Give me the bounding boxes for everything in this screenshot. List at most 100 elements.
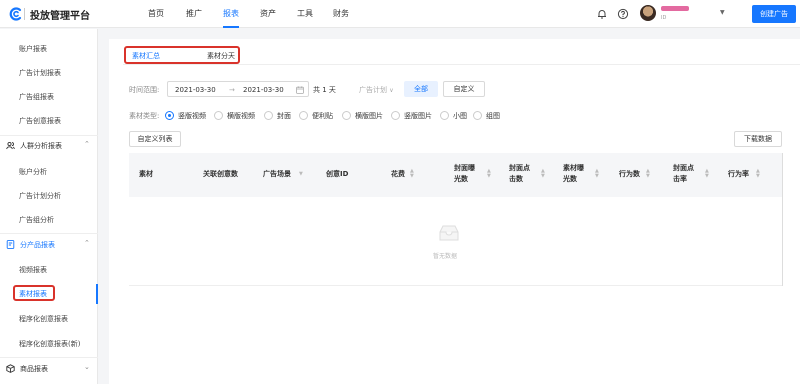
- radio-dot: [440, 111, 449, 120]
- sidebar-item-programmatic-report-new[interactable]: 程序化创意报表(新): [19, 339, 80, 349]
- help-icon[interactable]: [617, 8, 629, 20]
- col-label: 封面曝: [454, 164, 475, 172]
- nav-promotion[interactable]: 推广: [186, 0, 202, 28]
- radio-label: 竖版图片: [404, 112, 432, 120]
- chevron-down-icon: ∨: [389, 87, 394, 94]
- main-panel: 素材汇总 素材分天 时间范围: 2021-03-30 → 2021-03-30 …: [109, 39, 800, 384]
- nav-finance[interactable]: 财务: [333, 0, 349, 28]
- logo-icon: [9, 7, 22, 21]
- sidebar-group-label: 商品报表: [20, 365, 48, 373]
- chevron-up-icon: ⌃: [84, 239, 90, 247]
- sidebar-group-label: 分产品报表: [20, 241, 55, 249]
- radio-label: 便利贴: [312, 112, 333, 120]
- sort-icon[interactable]: ▲ ▼: [541, 169, 545, 179]
- bell-icon[interactable]: [596, 8, 608, 20]
- col-label: 封面点: [673, 164, 694, 172]
- sort-icon[interactable]: ▲ ▼: [595, 169, 599, 179]
- user-name-redacted: [661, 6, 689, 11]
- file-icon: [6, 240, 15, 249]
- sidebar-item-account-analysis[interactable]: 账户分析: [19, 167, 47, 177]
- brand-divider: [24, 8, 25, 20]
- divider: [0, 357, 98, 358]
- col-action-rate[interactable]: 行为率: [728, 169, 749, 180]
- col-label: 素材曝: [563, 164, 584, 172]
- sort-icon[interactable]: ▲ ▼: [487, 169, 491, 179]
- nav-reports[interactable]: 报表: [223, 0, 239, 28]
- col-ad-scene: 广告场景: [263, 170, 291, 178]
- radio-dot: [473, 111, 482, 120]
- top-bar: 投放管理平台 首页 推广 报表 资产 工具 财务 ID ▼ 创建广告: [0, 0, 800, 28]
- sidebar-item-group-analysis[interactable]: 广告组分析: [19, 215, 54, 225]
- avatar[interactable]: [640, 5, 656, 21]
- sidebar-item-plan-report[interactable]: 广告计划报表: [19, 68, 61, 78]
- nav-home[interactable]: 首页: [148, 0, 164, 28]
- radio-label: 小图: [453, 112, 467, 120]
- divider: [0, 233, 98, 234]
- col-label: 光数: [563, 175, 577, 183]
- col-cover-impressions[interactable]: 封面曝 光数: [454, 163, 475, 185]
- time-range-label: 时间范围:: [129, 86, 160, 94]
- sidebar-item-programmatic-report[interactable]: 程序化创意报表: [19, 314, 68, 324]
- custom-button[interactable]: 自定义: [443, 81, 485, 97]
- chevron-down-icon[interactable]: ▼: [720, 9, 725, 16]
- nav-assets[interactable]: 资产: [260, 0, 276, 28]
- radio-label: 封面: [277, 112, 291, 120]
- radio-label: 横版视频: [227, 112, 255, 120]
- table-scrollbar[interactable]: [782, 153, 783, 286]
- download-data-button[interactable]: 下载数据: [734, 131, 782, 147]
- col-label: 封面点: [509, 164, 530, 172]
- chevron-down-icon: ⌄: [84, 363, 90, 371]
- date-range-picker[interactable]: 2021-03-30 → 2021-03-30: [167, 81, 309, 97]
- empty-inbox-icon: [439, 225, 459, 241]
- sidebar-item-account-report[interactable]: 账户报表: [19, 44, 47, 54]
- sidebar-item-group-report[interactable]: 广告组报表: [19, 92, 54, 102]
- material-type-label: 素材类型:: [129, 112, 160, 120]
- col-label: 击数: [509, 175, 523, 183]
- ad-plan-select[interactable]: 广告计划 ∨: [359, 85, 394, 95]
- radio-label: 横版图片: [355, 112, 383, 120]
- col-cover-ctr[interactable]: 封面点 击率: [673, 163, 694, 185]
- sidebar-item-plan-analysis[interactable]: 广告计划分析: [19, 191, 61, 201]
- col-cover-clicks[interactable]: 封面点 击数: [509, 163, 530, 185]
- start-date: 2021-03-30: [175, 86, 216, 94]
- col-material-impressions[interactable]: 素材曝 光数: [563, 163, 584, 185]
- radio-dot: [391, 111, 400, 120]
- radio-label: 组图: [486, 112, 500, 120]
- ad-plan-label: 广告计划: [359, 86, 387, 94]
- sidebar-item-creative-report[interactable]: 广告创意报表: [19, 116, 61, 126]
- active-indicator: [96, 284, 98, 304]
- divider: [0, 135, 98, 136]
- highlight-box: [124, 46, 240, 64]
- arrow-icon: →: [229, 86, 235, 94]
- brand-title: 投放管理平台: [30, 11, 90, 22]
- col-linked-creatives: 关联创意数: [203, 170, 238, 178]
- duration-text: 共 1 天: [313, 86, 336, 94]
- users-icon: [6, 141, 15, 150]
- sidebar-item-video-report[interactable]: 视频报表: [19, 265, 47, 275]
- calendar-icon: [296, 86, 304, 94]
- col-actions[interactable]: 行为数: [619, 169, 640, 180]
- sort-icon[interactable]: ▲ ▼: [756, 169, 760, 179]
- chevron-up-icon: ⌃: [84, 140, 90, 148]
- col-creative-id: 创意ID: [326, 170, 349, 178]
- all-button[interactable]: 全部: [404, 81, 438, 97]
- col-cost[interactable]: 花费: [391, 169, 405, 180]
- user-id: ID: [661, 15, 667, 21]
- sort-icon[interactable]: ▲ ▼: [646, 169, 650, 179]
- filter-caret-icon[interactable]: ▼: [299, 172, 303, 177]
- box-icon: [6, 364, 15, 373]
- nav-tools[interactable]: 工具: [297, 0, 313, 28]
- end-date: 2021-03-30: [243, 86, 284, 94]
- divider: [129, 285, 783, 286]
- custom-columns-button[interactable]: 自定义列表: [129, 131, 181, 147]
- divider: [123, 64, 800, 65]
- create-ad-button[interactable]: 创建广告: [752, 5, 796, 23]
- sort-icon[interactable]: ▲ ▼: [410, 169, 414, 179]
- radio-dot: [342, 111, 351, 120]
- sidebar: 账户报表 广告计划报表 广告组报表 广告创意报表 人群分析报表 ⌃ 账户分析 广…: [0, 29, 98, 384]
- sort-icon[interactable]: ▲ ▼: [705, 169, 709, 179]
- table-header: 素材 关联创意数 广告场景 ▼ 创意ID 花费 ▲ ▼ 封面曝 光数 ▲ ▼ 封面点击…: [129, 153, 783, 197]
- radio-dot: [299, 111, 308, 120]
- highlight-box: [13, 285, 55, 301]
- col-material: 素材: [139, 170, 153, 178]
